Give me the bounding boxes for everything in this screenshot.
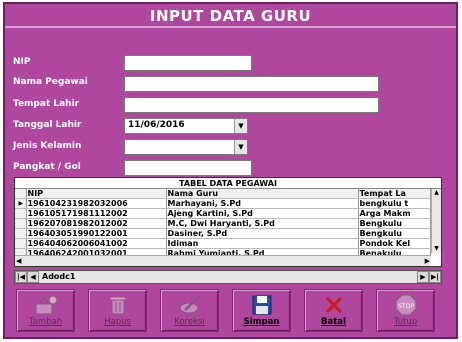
column-header-tempat-lahir[interactable]: Tempat La	[358, 189, 431, 199]
nip-input[interactable]	[124, 55, 252, 71]
cell-tempat-lahir[interactable]: Bengkulu	[358, 228, 431, 239]
pangkat-gol-input[interactable]	[124, 160, 252, 176]
column-header-nama-guru[interactable]: Nama Guru	[166, 189, 359, 199]
simpan-button[interactable]: Simpan	[232, 289, 291, 332]
data-grid[interactable]: TABEL DATA PEGAWAI NIP Nama Guru Tempat …	[14, 177, 442, 267]
svg-text:STOP: STOP	[398, 303, 414, 310]
horizontal-scrollbar[interactable]: ◀ ▶	[15, 255, 431, 266]
cell-nama-guru[interactable]: Idiman	[166, 238, 359, 249]
chevron-down-icon[interactable]: ▼	[234, 140, 247, 154]
tanggal-lahir-value: 11/06/2016	[128, 120, 185, 130]
batal-button[interactable]: Batal	[304, 289, 363, 332]
tambah-label: Tambah	[28, 317, 63, 327]
table-row[interactable]: ▶ 196104231982032006 Marhayani, S.Pd ben…	[15, 198, 431, 209]
cell-nama-guru[interactable]: Dasiner, S.Pd	[166, 228, 359, 239]
table-row[interactable]: 196404062006041002 Idiman Pondok Kel	[15, 238, 431, 249]
adodc-navigator: |◀ ◀ Adodc1 ▶ ▶|	[14, 270, 442, 284]
table-row[interactable]: 196105171981112002 Ajeng Kartini, S.Pd A…	[15, 208, 431, 219]
row-selector[interactable]	[15, 208, 27, 219]
koreksi-button[interactable]: Koreksi	[160, 289, 219, 332]
koreksi-label: Koreksi	[174, 317, 205, 327]
tanggal-lahir-picker[interactable]: 11/06/2016 ▼	[124, 118, 248, 134]
nama-pegawai-input[interactable]	[124, 76, 379, 92]
scroll-right-icon[interactable]: ▶	[425, 257, 430, 266]
nama-pegawai-label: Nama Pegawai	[13, 77, 88, 87]
title-bar: INPUT DATA GURU	[5, 4, 456, 28]
cell-tempat-lahir[interactable]: Bengkulu	[358, 218, 431, 229]
scroll-left-icon[interactable]: ◀	[16, 257, 21, 266]
tutup-button[interactable]: STOP Tutup	[376, 289, 435, 332]
window-title: INPUT DATA GURU	[149, 7, 312, 25]
cell-tempat-lahir[interactable]: Pondok Kel	[358, 238, 431, 249]
stop-sign-icon: STOP	[377, 294, 434, 316]
jenis-kelamin-select[interactable]: ▼	[124, 139, 248, 155]
add-record-icon	[17, 294, 74, 316]
cell-nama-guru[interactable]: Ajeng Kartini, S.Pd	[166, 208, 359, 219]
chevron-down-icon[interactable]: ▼	[234, 119, 247, 133]
row-selector-header	[15, 189, 27, 199]
adodc-caption: Adodc1	[42, 272, 76, 281]
tambah-button[interactable]: Tambah	[16, 289, 75, 332]
pangkat-gol-label: Pangkat / Gol	[13, 162, 81, 172]
delete-trash-icon	[89, 294, 146, 316]
hapus-button[interactable]: Hapus	[88, 289, 147, 332]
table-row[interactable]: 196403051990122001 Dasiner, S.Pd Bengkul…	[15, 228, 431, 239]
cell-nip[interactable]: 196105171981112002	[26, 208, 167, 219]
simpan-label: Simpan	[243, 317, 280, 327]
cell-tempat-lahir[interactable]: Arga Makm	[358, 208, 431, 219]
row-selector[interactable]	[15, 218, 27, 229]
move-last-icon[interactable]: ▶|	[429, 271, 441, 283]
tanggal-lahir-label: Tanggal Lahir	[13, 120, 82, 130]
cell-nip[interactable]: 196104231982032006	[26, 198, 167, 209]
move-previous-icon[interactable]: ◀	[27, 271, 39, 283]
vertical-scrollbar[interactable]: ▲ ▼	[431, 189, 441, 253]
cell-nip[interactable]: 196207081982012002	[26, 218, 167, 229]
move-first-icon[interactable]: |◀	[15, 271, 27, 283]
tempat-lahir-label: Tempat Lahir	[13, 99, 80, 109]
grid-table: NIP Nama Guru Tempat La ▶ 19610423198203…	[15, 189, 431, 259]
save-floppy-icon	[233, 294, 290, 316]
tempat-lahir-input[interactable]	[124, 97, 379, 113]
row-selector[interactable]	[15, 238, 27, 249]
edit-pencil-icon	[161, 294, 218, 316]
cell-nip[interactable]: 196403051990122001	[26, 228, 167, 239]
cell-nama-guru[interactable]: Marhayani, S.Pd	[166, 198, 359, 209]
cell-nip[interactable]: 196404062006041002	[26, 238, 167, 249]
scroll-up-icon[interactable]: ▲	[433, 189, 440, 197]
grid-caption: TABEL DATA PEGAWAI	[15, 178, 441, 189]
grid-header-row: NIP Nama Guru Tempat La	[15, 189, 431, 199]
column-header-nip[interactable]: NIP	[26, 189, 167, 199]
current-row-arrow-icon: ▶	[15, 198, 27, 209]
row-selector[interactable]	[15, 228, 27, 239]
scroll-down-icon[interactable]: ▼	[433, 245, 440, 253]
move-next-icon[interactable]: ▶	[417, 271, 429, 283]
table-row[interactable]: 196207081982012002 M.C, Dwi Haryanti, S.…	[15, 218, 431, 229]
hapus-label: Hapus	[104, 317, 131, 327]
jenis-kelamin-label: Jenis Kelamin	[13, 141, 82, 151]
nip-label: NIP	[13, 57, 31, 67]
tutup-label: Tutup	[393, 317, 418, 327]
batal-label: Batal	[321, 317, 346, 327]
cell-tempat-lahir[interactable]: bengkulu t	[358, 198, 431, 209]
cancel-x-icon	[305, 294, 362, 316]
cell-nama-guru[interactable]: M.C, Dwi Haryanti, S.Pd	[166, 218, 359, 229]
